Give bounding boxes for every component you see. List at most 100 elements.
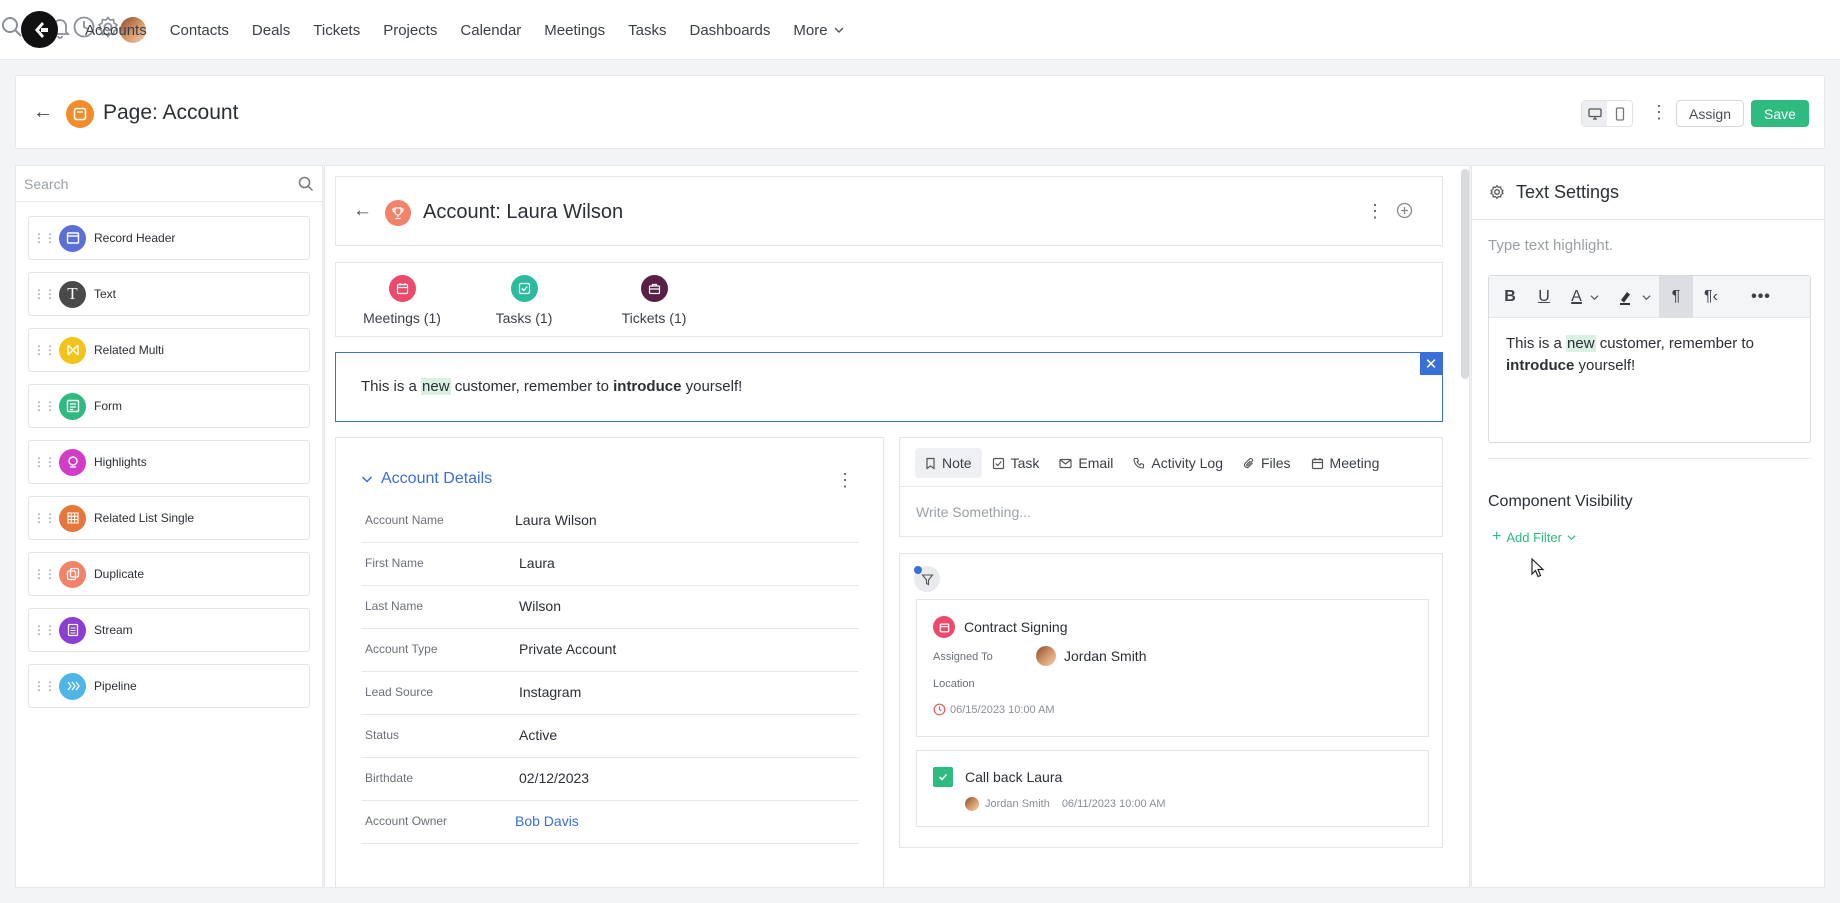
tab-email[interactable]: Email	[1049, 448, 1123, 478]
component-record-header[interactable]: ⋮⋮ Record Header	[28, 216, 310, 260]
close-icon[interactable]: ✕	[1420, 353, 1442, 375]
more-options-icon[interactable]: •••	[1744, 276, 1778, 318]
component-related-multi[interactable]: ⋮⋮ Related Multi	[28, 328, 310, 372]
drag-handle-icon[interactable]: ⋮⋮	[29, 399, 59, 413]
text-color-icon[interactable]: A	[1564, 276, 1606, 318]
tab-label: Meeting	[1329, 455, 1380, 471]
component-pipeline[interactable]: ⋮⋮ Pipeline	[28, 664, 310, 708]
field-value[interactable]: Private Account	[519, 641, 616, 657]
component-stream[interactable]: ⋮⋮ Stream	[28, 608, 310, 652]
desktop-view-icon[interactable]	[1582, 101, 1607, 126]
drag-handle-icon[interactable]: ⋮⋮	[29, 231, 59, 245]
top-navigation: Accounts Contacts Deals Tickets Projects…	[0, 0, 1840, 60]
rtl-direction-icon[interactable]: ¶‹	[1694, 276, 1728, 318]
highlight-input[interactable]: Type text highlight.	[1488, 237, 1613, 254]
activity-item-task[interactable]: Call back Laura Jordan Smith 06/11/2023 1…	[916, 750, 1429, 827]
highlight-color-icon[interactable]	[1612, 276, 1656, 318]
more-options-icon[interactable]: ⋮	[1366, 202, 1384, 220]
ltr-direction-icon[interactable]: ¶	[1659, 276, 1693, 318]
field-label: Status	[365, 728, 400, 742]
rich-text-editor[interactable]: B U A ¶ ¶‹ ••• This is a new customer, r…	[1488, 275, 1811, 443]
drag-handle-icon[interactable]: ⋮⋮	[29, 511, 59, 525]
drag-handle-icon[interactable]: ⋮⋮	[29, 343, 59, 357]
nav-tasks[interactable]: Tasks	[628, 22, 666, 39]
component-search	[16, 166, 322, 202]
bold-icon[interactable]: B	[1497, 276, 1523, 318]
tab-meeting[interactable]: Meeting	[1301, 448, 1390, 478]
drag-handle-icon[interactable]: ⋮⋮	[29, 455, 59, 469]
component-highlights[interactable]: ⋮⋮ Highlights	[28, 440, 310, 484]
page-icon	[66, 100, 94, 128]
nav-contacts[interactable]: Contacts	[170, 22, 229, 39]
nav-more[interactable]: More	[793, 22, 844, 39]
nav-accounts[interactable]: Accounts	[85, 22, 147, 39]
search-icon[interactable]	[298, 176, 314, 197]
divider	[900, 486, 1442, 487]
save-button[interactable]: Save	[1751, 100, 1809, 127]
activity-item-meeting[interactable]: Contract Signing Assigned To Jordan Smit…	[916, 599, 1429, 737]
nav-calendar[interactable]: Calendar	[460, 22, 521, 39]
highlighted-word: new	[1566, 335, 1596, 352]
field-value[interactable]: Active	[519, 727, 557, 743]
drag-handle-icon[interactable]: ⋮⋮	[29, 679, 59, 693]
nav-deals[interactable]: Deals	[252, 22, 290, 39]
related-tabs: Meetings (1) Tasks (1) Tickets (1)	[335, 262, 1443, 337]
back-arrow-icon[interactable]: ←	[33, 101, 53, 124]
account-details-header[interactable]: Account Details	[361, 470, 492, 488]
page-canvas: ← Account: Laura Wilson ⋮ Meetings (1) T…	[324, 165, 1470, 888]
field-value[interactable]: Laura Wilson	[515, 512, 597, 528]
field-value[interactable]: Instagram	[519, 684, 581, 700]
mobile-view-icon[interactable]	[1607, 101, 1632, 126]
tab-note[interactable]: Note	[915, 448, 982, 478]
field-row: Status Active	[361, 715, 859, 758]
drag-handle-icon[interactable]: ⋮⋮	[29, 567, 59, 581]
drag-handle-icon[interactable]: ⋮⋮	[29, 623, 59, 637]
account-owner-link[interactable]: Bob Davis	[515, 813, 579, 829]
note-input[interactable]: Write Something...	[916, 504, 1031, 520]
mail-icon	[1059, 458, 1072, 468]
field-row: First Name Laura	[361, 543, 859, 586]
divider	[1488, 458, 1811, 459]
tab-meetings[interactable]: Meetings (1)	[361, 271, 443, 326]
more-options-icon[interactable]: ⋮	[1650, 103, 1668, 121]
record-header[interactable]: ← Account: Laura Wilson ⋮	[335, 176, 1443, 246]
nav-dashboards[interactable]: Dashboards	[690, 22, 771, 39]
field-value[interactable]: Laura	[519, 555, 555, 571]
briefcase-icon	[640, 275, 668, 302]
tab-tickets[interactable]: Tickets (1)	[619, 271, 689, 326]
text-highlight-component[interactable]: This is a new customer, remember to intr…	[335, 352, 1443, 422]
underline-icon[interactable]: U	[1531, 276, 1557, 318]
assigned-user[interactable]: Jordan Smith	[1036, 646, 1146, 666]
tab-tasks[interactable]: Tasks (1)	[493, 271, 555, 326]
tab-files[interactable]: Files	[1233, 448, 1301, 478]
component-text[interactable]: ⋮⋮ T Text	[28, 272, 310, 316]
component-form[interactable]: ⋮⋮ Form	[28, 384, 310, 428]
component-duplicate[interactable]: ⋮⋮ Duplicate	[28, 552, 310, 596]
nav-meetings[interactable]: Meetings	[544, 22, 605, 39]
field-value[interactable]: 02/12/2023	[519, 770, 589, 786]
field-row: Birthdate 02/12/2023	[361, 758, 859, 801]
panel-header: Text Settings	[1472, 166, 1824, 220]
tab-task[interactable]: Task	[982, 448, 1050, 478]
filter-button[interactable]	[914, 566, 940, 592]
nav-tickets[interactable]: Tickets	[313, 22, 360, 39]
drag-handle-icon[interactable]: ⋮⋮	[29, 287, 59, 301]
checkbox-checked-icon[interactable]	[933, 767, 953, 787]
task-datetime: 06/11/2023 10:00 AM	[1061, 798, 1166, 810]
component-related-list-single[interactable]: ⋮⋮ Related List Single	[28, 496, 310, 540]
add-circle-icon[interactable]	[1396, 202, 1413, 224]
back-arrow-icon[interactable]: ←	[353, 200, 372, 222]
component-label: Text	[94, 287, 117, 301]
canvas-scrollbar[interactable]	[1461, 169, 1469, 379]
assign-button[interactable]: Assign	[1676, 100, 1744, 127]
field-value[interactable]: Wilson	[519, 598, 561, 614]
nav-projects[interactable]: Projects	[383, 22, 437, 39]
tab-activity-log[interactable]: Activity Log	[1123, 448, 1233, 478]
editor-content[interactable]: This is a new customer, remember to intr…	[1506, 333, 1806, 377]
editor-text-part: customer, remember to	[1595, 335, 1754, 352]
duplicate-icon	[59, 560, 86, 588]
app-logo[interactable]	[21, 11, 58, 48]
add-filter-button[interactable]: + Add Filter	[1492, 528, 1576, 546]
more-options-icon[interactable]: ⋮	[836, 471, 854, 489]
search-input[interactable]	[24, 173, 284, 195]
